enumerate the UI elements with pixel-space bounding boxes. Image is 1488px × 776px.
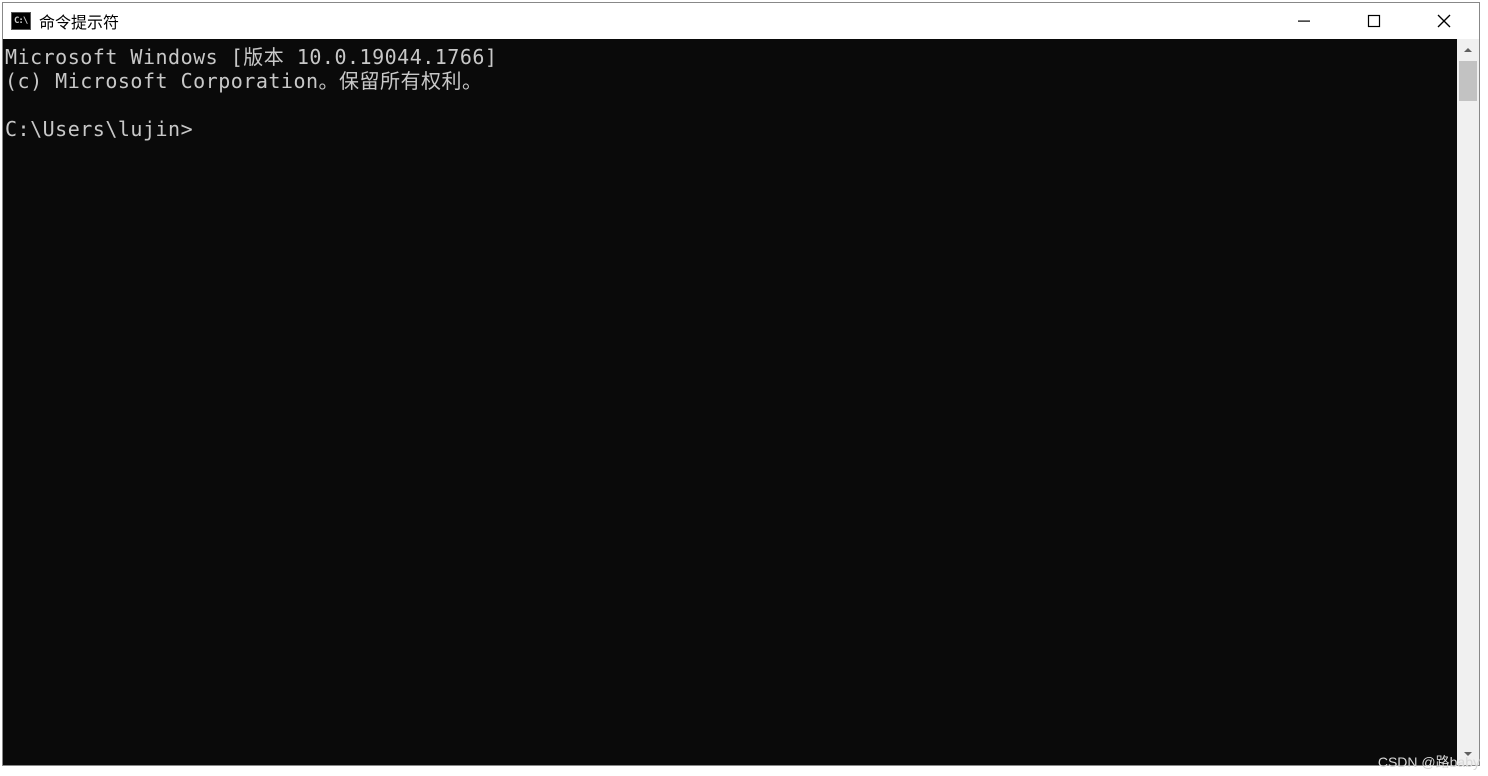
scroll-thumb[interactable] (1459, 61, 1477, 101)
scroll-up-button[interactable] (1457, 39, 1479, 61)
console-output[interactable]: Microsoft Windows [版本 10.0.19044.1766] (… (3, 39, 1457, 765)
close-button[interactable] (1409, 3, 1479, 39)
vertical-scrollbar[interactable] (1457, 39, 1479, 765)
titlebar[interactable]: C:\ 命令提示符 (3, 3, 1479, 39)
scroll-down-button[interactable] (1457, 743, 1479, 765)
minimize-button[interactable] (1269, 3, 1339, 39)
window-title: 命令提示符 (39, 9, 119, 33)
chevron-down-icon (1463, 749, 1473, 759)
maximize-button[interactable] (1339, 3, 1409, 39)
minimize-icon (1297, 14, 1311, 28)
window-controls (1269, 3, 1479, 39)
maximize-icon (1367, 14, 1381, 28)
scroll-track[interactable] (1457, 61, 1479, 743)
cmd-icon: C:\ (11, 12, 31, 30)
close-icon (1436, 13, 1452, 29)
chevron-up-icon (1463, 45, 1473, 55)
console-area: Microsoft Windows [版本 10.0.19044.1766] (… (3, 39, 1479, 765)
command-prompt-window: C:\ 命令提示符 Microsoft Windows [版本 10. (2, 2, 1480, 766)
